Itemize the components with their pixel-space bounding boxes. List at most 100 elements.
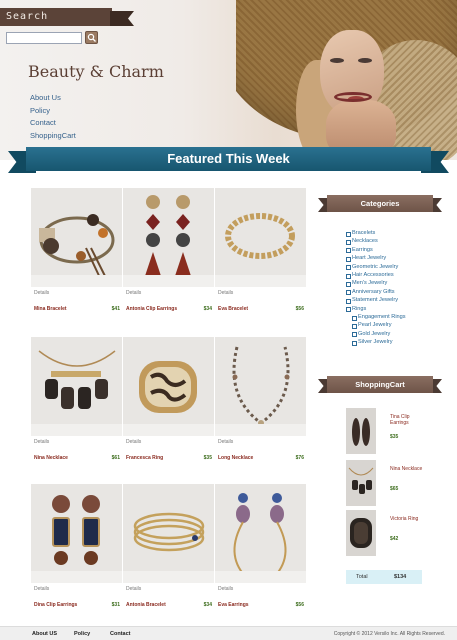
product-card[interactable]: Details Nina Necklace $61 <box>31 337 122 461</box>
product-card[interactable]: Details Antonia Clip Earrings $34 <box>123 188 214 312</box>
subcategory-item[interactable]: Gold Jewelry <box>346 330 406 338</box>
footer-copyright: Copyright © 2012 Versilo Inc. All Rights… <box>333 631 445 637</box>
cart-item-price: $65 <box>390 486 399 492</box>
product-card[interactable]: Details Eva Earrings $56 <box>215 484 306 608</box>
category-item[interactable]: Men's Jewelry <box>346 279 406 288</box>
cart-item[interactable]: Nina Necklace $65 <box>346 460 426 506</box>
categories-list: Bracelets Necklaces Earrings Heart Jewel… <box>346 229 406 347</box>
search-banner: Search <box>0 8 134 26</box>
product-name[interactable]: Antonia Bracelet <box>126 602 166 608</box>
eye-left <box>330 58 344 63</box>
category-item[interactable]: Necklaces <box>346 237 406 246</box>
subcategory-item[interactable]: Pearl Jewelry <box>346 321 406 330</box>
cart-item-thumb[interactable] <box>346 510 376 556</box>
nav-contact[interactable]: Contact <box>30 117 76 130</box>
category-item[interactable]: Anniversary Gifts <box>346 288 406 296</box>
categories-banner: Categories <box>318 194 442 214</box>
category-item[interactable]: Heart Jewelry <box>346 254 406 263</box>
search-button[interactable] <box>85 31 98 44</box>
bangle-shape <box>334 92 372 102</box>
product-details-link[interactable]: Details <box>126 439 141 445</box>
subcategory-item[interactable]: Engagement Rings <box>346 313 406 321</box>
cart-total-value: $134 <box>394 574 407 580</box>
cart-item[interactable]: Victoria Ring $42 <box>346 510 426 556</box>
header-nav: About Us Policy Contact ShoppingCart <box>30 92 76 142</box>
search-banner-tail <box>110 11 134 26</box>
footer-about-us[interactable]: About US <box>32 631 57 637</box>
product-details-link[interactable]: Details <box>126 586 141 592</box>
product-price: $34 <box>203 602 212 608</box>
site-brand: Beauty & Charm <box>28 62 164 81</box>
product-card[interactable]: Details Antonia Bracelet $34 <box>123 484 214 608</box>
cart-item-name[interactable]: Nina Necklace <box>390 466 428 472</box>
product-price: $41 <box>111 306 120 312</box>
cart-title: ShoppingCart <box>327 376 433 393</box>
bangle-bracelet-image <box>133 512 205 552</box>
cart-item-price: $35 <box>390 434 399 440</box>
product-price: $56 <box>295 306 304 312</box>
cart-item-thumb[interactable] <box>346 408 376 454</box>
category-item[interactable]: Geometric Jewelry <box>346 263 406 271</box>
product-details-link[interactable]: Details <box>34 586 49 592</box>
product-image[interactable] <box>123 337 214 436</box>
product-image[interactable] <box>31 484 122 583</box>
cart-total: Total $134 <box>346 570 422 584</box>
eye-right <box>358 58 372 63</box>
product-name[interactable]: Mina Bracelet <box>34 306 67 312</box>
product-details-link[interactable]: Details <box>34 439 49 445</box>
product-price: $56 <box>295 602 304 608</box>
product-name[interactable]: Dina Clip Earrings <box>34 602 77 608</box>
product-name[interactable]: Eva Bracelet <box>218 306 248 312</box>
product-image[interactable] <box>215 484 306 583</box>
search-input[interactable] <box>6 32 82 44</box>
product-details-link[interactable]: Details <box>218 290 233 296</box>
product-details-link[interactable]: Details <box>126 290 141 296</box>
product-image[interactable] <box>215 188 306 287</box>
product-image[interactable] <box>123 188 214 287</box>
category-item[interactable]: Statement Jewelry <box>346 296 406 305</box>
footer-policy[interactable]: Policy <box>74 631 90 637</box>
hoop-earrings-image <box>233 493 287 577</box>
ring-thumb-image <box>350 518 372 548</box>
category-item[interactable]: Hair Accessories <box>346 271 406 279</box>
category-item[interactable]: Earrings <box>346 246 406 254</box>
product-name[interactable]: Long Necklace <box>218 455 253 461</box>
product-image[interactable] <box>31 337 122 436</box>
product-card[interactable]: Details Long Necklace $76 <box>215 337 306 461</box>
product-image[interactable] <box>31 188 122 287</box>
subcategory-item[interactable]: Silver Jewelry <box>346 338 406 347</box>
necklace-image <box>38 350 116 409</box>
cart-item-name[interactable]: Victoria Ring <box>390 516 428 522</box>
category-item[interactable]: Bracelets <box>346 229 406 237</box>
product-price: $31 <box>111 602 120 608</box>
product-name[interactable]: Francesca Ring <box>126 455 163 461</box>
footer-contact[interactable]: Contact <box>110 631 130 637</box>
product-name[interactable]: Nina Necklace <box>34 455 68 461</box>
clip-earrings-image <box>52 495 100 565</box>
necklace-thumb-image <box>348 467 374 494</box>
featured-ribbon: Featured This Week <box>8 145 449 175</box>
product-card[interactable]: Details Dina Clip Earrings $31 <box>31 484 122 608</box>
product-name[interactable]: Eva Earrings <box>218 602 249 608</box>
cart-item-thumb[interactable] <box>346 460 376 506</box>
product-card[interactable]: Details Mina Bracelet $41 <box>31 188 122 312</box>
cart-item[interactable]: Tina Clip Earrings $35 <box>346 408 426 454</box>
cart-item-price: $42 <box>390 536 399 542</box>
product-details-link[interactable]: Details <box>34 290 49 296</box>
product-card[interactable]: Details Eva Bracelet $56 <box>215 188 306 312</box>
chain-bracelet-image <box>225 213 295 259</box>
cart-item-name[interactable]: Tina Clip Earrings <box>390 414 428 426</box>
nav-policy[interactable]: Policy <box>30 105 76 118</box>
product-image[interactable] <box>123 484 214 583</box>
product-card[interactable]: Details Francesca Ring $35 <box>123 337 214 461</box>
product-name[interactable]: Antonia Clip Earrings <box>126 306 177 312</box>
clip-earrings-image <box>145 195 191 276</box>
product-image[interactable] <box>215 337 306 436</box>
nav-shopping-cart[interactable]: ShoppingCart <box>30 130 76 143</box>
nav-about-us[interactable]: About Us <box>30 92 76 105</box>
category-item[interactable]: Rings <box>346 305 406 313</box>
product-details-link[interactable]: Details <box>218 439 233 445</box>
bracelet-image <box>39 214 115 281</box>
product-details-link[interactable]: Details <box>218 586 233 592</box>
cart-banner: ShoppingCart <box>318 375 442 395</box>
